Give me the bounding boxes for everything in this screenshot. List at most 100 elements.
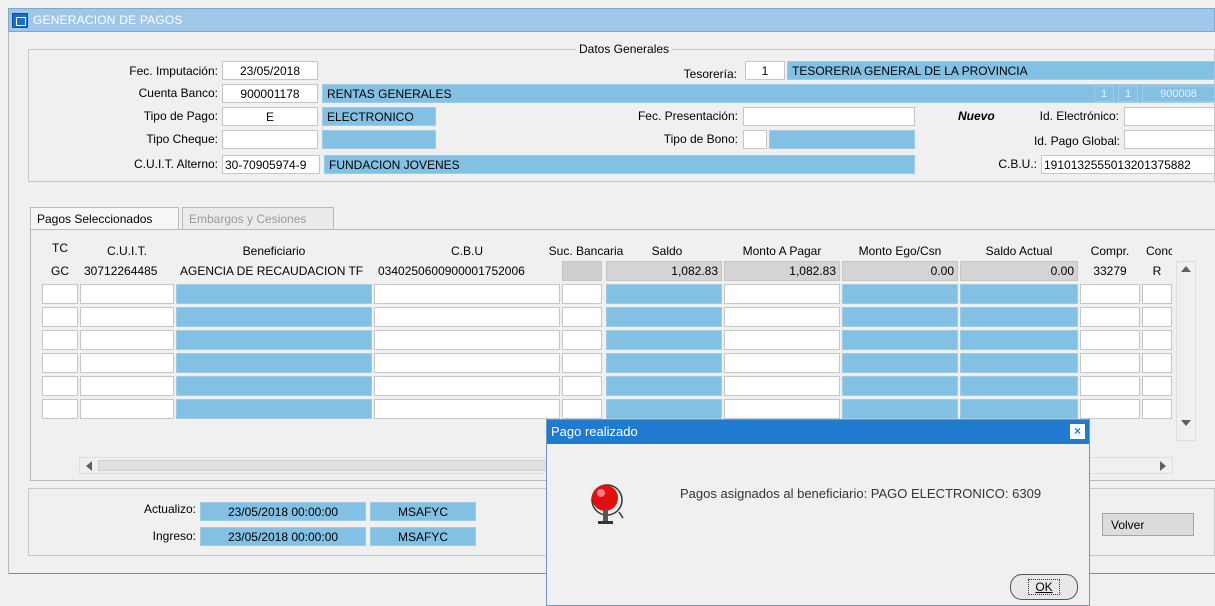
table-cell[interactable] [176, 353, 372, 373]
table-cell[interactable] [724, 399, 840, 419]
fec-imputacion-field[interactable]: 23/05/2018 [222, 61, 318, 80]
tesoreria-code-field[interactable]: 1 [745, 61, 785, 80]
scroll-right-icon[interactable] [1160, 461, 1166, 471]
table-cell[interactable] [42, 353, 78, 373]
table-cell[interactable] [724, 376, 840, 396]
table-cell[interactable] [42, 330, 78, 350]
cell-saldo[interactable]: 1,082.83 [606, 261, 722, 281]
table-cell[interactable] [1142, 376, 1172, 396]
table-cell[interactable] [1080, 284, 1140, 304]
id-electronico-field[interactable] [1124, 107, 1215, 126]
tipo-pago-field[interactable]: E [222, 107, 318, 126]
table-cell[interactable] [80, 330, 174, 350]
table-row[interactable] [42, 330, 1172, 350]
cell-ego[interactable]: 0.00 [842, 261, 958, 281]
tab-pagos-seleccionados[interactable]: Pagos Seleccionados [30, 207, 179, 230]
table-cell[interactable] [842, 330, 958, 350]
table-cell[interactable] [176, 330, 372, 350]
table-cell[interactable] [724, 307, 840, 327]
table-row[interactable] [42, 284, 1172, 304]
table-cell[interactable] [1142, 399, 1172, 419]
table-row[interactable]: GC 30712264485 AGENCIA DE RECAUDACION TF… [42, 261, 1172, 281]
ok-button[interactable]: OK [1010, 574, 1078, 600]
cuit-alterno-field[interactable]: 30-70905974-9 [222, 155, 320, 174]
table-cell[interactable] [960, 284, 1078, 304]
table-cell[interactable] [842, 376, 958, 396]
table-cell[interactable] [80, 376, 174, 396]
table-cell[interactable] [374, 330, 560, 350]
cell-beneficiario[interactable]: AGENCIA DE RECAUDACION TF [176, 261, 372, 281]
table-cell[interactable] [562, 330, 602, 350]
table-cell[interactable] [842, 307, 958, 327]
cell-tc[interactable]: GC [42, 261, 78, 281]
table-cell[interactable] [176, 284, 372, 304]
table-cell[interactable] [80, 399, 174, 419]
table-cell[interactable] [374, 399, 560, 419]
table-cell[interactable] [606, 376, 722, 396]
table-cell[interactable] [960, 353, 1078, 373]
tipo-cheque-field[interactable] [222, 130, 318, 149]
table-cell[interactable] [1080, 353, 1140, 373]
cbu-field[interactable]: 1910132555013201375882 [1041, 155, 1215, 174]
table-cell[interactable] [606, 284, 722, 304]
table-cell[interactable] [724, 330, 840, 350]
cell-suc[interactable] [562, 261, 602, 281]
table-row[interactable] [42, 376, 1172, 396]
table-vertical-scrollbar[interactable] [1176, 261, 1196, 441]
table-cell[interactable] [960, 399, 1078, 419]
table-cell[interactable] [606, 353, 722, 373]
table-cell[interactable] [562, 307, 602, 327]
table-cell[interactable] [960, 330, 1078, 350]
table-cell[interactable] [1142, 330, 1172, 350]
table-cell[interactable] [374, 284, 560, 304]
scroll-thumb[interactable] [98, 460, 548, 471]
table-cell[interactable] [1080, 376, 1140, 396]
table-cell[interactable] [1142, 307, 1172, 327]
table-cell[interactable] [842, 284, 958, 304]
cell-cbu[interactable]: 0340250600900001752006 [374, 261, 560, 281]
cell-compr[interactable]: 33279 [1080, 261, 1140, 281]
table-row[interactable] [42, 399, 1172, 419]
close-icon[interactable]: × [1070, 424, 1085, 439]
table-cell[interactable] [960, 307, 1078, 327]
cell-actual[interactable]: 0.00 [960, 261, 1078, 281]
cuenta-banco-field[interactable]: 900001178 [222, 84, 318, 103]
table-cell[interactable] [374, 376, 560, 396]
table-cell[interactable] [724, 353, 840, 373]
table-cell[interactable] [562, 353, 602, 373]
table-cell[interactable] [176, 399, 372, 419]
table-cell[interactable] [562, 399, 602, 419]
scroll-down-icon[interactable] [1181, 420, 1191, 426]
cell-monto[interactable]: 1,082.83 [724, 261, 840, 281]
table-cell[interactable] [374, 353, 560, 373]
table-cell[interactable] [176, 307, 372, 327]
table-cell[interactable] [42, 399, 78, 419]
table-cell[interactable] [80, 284, 174, 304]
table-cell[interactable] [842, 353, 958, 373]
tipo-bono-field[interactable] [743, 130, 767, 149]
scroll-left-icon[interactable] [86, 461, 92, 471]
table-cell[interactable] [724, 284, 840, 304]
scroll-up-icon[interactable] [1181, 266, 1191, 272]
volver-button[interactable]: Volver [1102, 513, 1194, 536]
fec-presentacion-field[interactable] [743, 107, 915, 126]
table-cell[interactable] [42, 307, 78, 327]
table-cell[interactable] [606, 330, 722, 350]
table-cell[interactable] [842, 399, 958, 419]
table-cell[interactable] [1080, 399, 1140, 419]
table-cell[interactable] [960, 376, 1078, 396]
table-cell[interactable] [1142, 353, 1172, 373]
table-cell[interactable] [606, 399, 722, 419]
cell-conc[interactable]: R [1142, 261, 1172, 281]
table-cell[interactable] [562, 284, 602, 304]
table-cell[interactable] [80, 353, 174, 373]
table-cell[interactable] [1142, 284, 1172, 304]
table-row[interactable] [42, 353, 1172, 373]
table-row[interactable] [42, 307, 1172, 327]
id-pago-global-field[interactable] [1124, 130, 1215, 149]
table-cell[interactable] [606, 307, 722, 327]
tab-embargos-cesiones[interactable]: Embargos y Cesiones [182, 207, 334, 230]
table-cell[interactable] [1080, 307, 1140, 327]
table-cell[interactable] [80, 307, 174, 327]
cell-cuit[interactable]: 30712264485 [80, 261, 174, 281]
